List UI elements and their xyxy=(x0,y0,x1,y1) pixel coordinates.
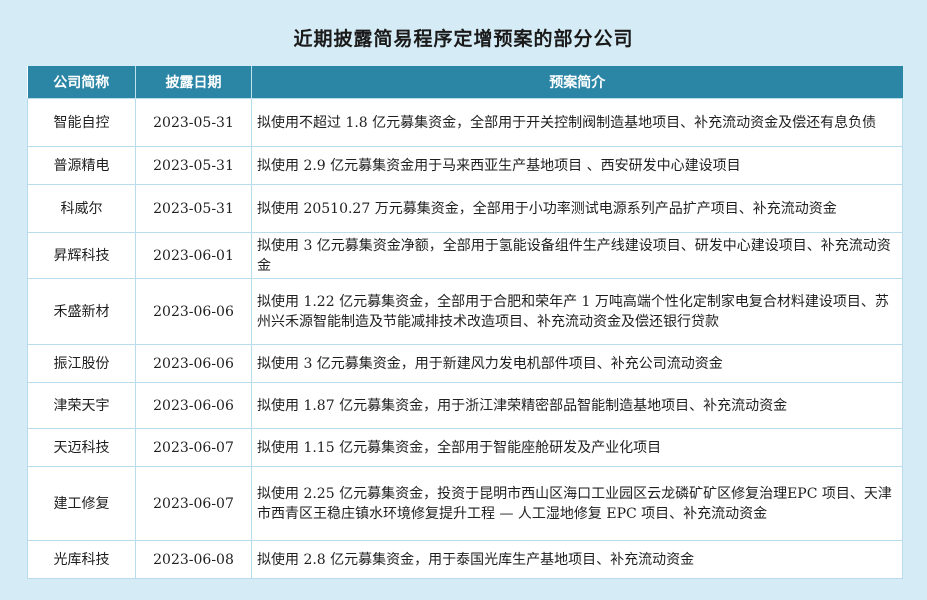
company-name: 禾盛新材 xyxy=(27,278,136,345)
company-name: 昇辉科技 xyxy=(27,232,136,279)
page-title: 近期披露简易程序定增预案的部分公司 xyxy=(293,28,634,50)
disclosure-date: 2023-06-07 xyxy=(135,466,252,541)
header-date: 披露日期 xyxy=(135,66,252,99)
table-row: 禾盛新材 2023-06-06 拟使用 1.22 亿元募集资金，全部用于合肥和荣… xyxy=(27,278,903,345)
disclosure-date: 2023-05-31 xyxy=(135,184,252,233)
table-row: 建工修复 2023-06-07 拟使用 2.25 亿元募集资金，投资于昆明市西山… xyxy=(27,466,903,541)
disclosure-date: 2023-06-06 xyxy=(135,382,252,429)
company-name: 天迈科技 xyxy=(27,428,136,467)
disclosure-date: 2023-06-07 xyxy=(135,428,252,467)
plan-summary: 拟使用 1.15 亿元募集资金，全部用于智能座舱研发及产业化项目 xyxy=(251,428,903,467)
plan-summary: 拟使用 1.22 亿元募集资金，全部用于合肥和荣年产 1 万吨高端个性化定制家电… xyxy=(251,278,903,345)
company-name: 建工修复 xyxy=(27,466,136,541)
disclosure-date: 2023-06-06 xyxy=(135,278,252,345)
disclosure-date: 2023-05-31 xyxy=(135,146,252,185)
company-name: 科威尔 xyxy=(27,184,136,233)
table-row: 科威尔 2023-05-31 拟使用 20510.27 万元募集资金，全部用于小… xyxy=(27,184,903,233)
table-row: 普源精电 2023-05-31 拟使用 2.9 亿元募集资金用于马来西亚生产基地… xyxy=(27,146,903,185)
plan-summary: 拟使用 3 亿元募集资金净额，全部用于氢能设备组件生产线建设项目、研发中心建设项… xyxy=(251,232,903,279)
disclosure-date: 2023-05-31 xyxy=(135,98,252,147)
plan-summary: 拟使用不超过 1.8 亿元募集资金，全部用于开关控制阀制造基地项目、补充流动资金… xyxy=(251,98,903,147)
company-name: 振江股份 xyxy=(27,344,136,383)
table-row: 天迈科技 2023-06-07 拟使用 1.15 亿元募集资金，全部用于智能座舱… xyxy=(27,428,903,467)
plan-summary: 拟使用 3 亿元募集资金，用于新建风力发电机部件项目、补充公司流动资金 xyxy=(251,344,903,383)
disclosure-date: 2023-06-01 xyxy=(135,232,252,279)
company-name: 津荣天宇 xyxy=(27,382,136,429)
plan-summary: 拟使用 20510.27 万元募集资金，全部用于小功率测试电源系列产品扩产项目、… xyxy=(251,184,903,233)
plan-summary: 拟使用 1.87 亿元募集资金，用于浙江津荣精密部品智能制造基地项目、补充流动资… xyxy=(251,382,903,429)
plan-summary: 拟使用 2.25 亿元募集资金，投资于昆明市西山区海口工业园区云龙磷矿矿区修复治… xyxy=(251,466,903,541)
plan-summary: 拟使用 2.9 亿元募集资金用于马来西亚生产基地项目 、西安研发中心建设项目 xyxy=(251,146,903,185)
company-name: 智能自控 xyxy=(27,98,136,147)
header-summary: 预案简介 xyxy=(251,66,903,99)
company-name: 光库科技 xyxy=(27,540,136,579)
company-name: 普源精电 xyxy=(27,146,136,185)
disclosure-date: 2023-06-06 xyxy=(135,344,252,383)
header-company: 公司简称 xyxy=(27,66,136,99)
table-row: 津荣天宇 2023-06-06 拟使用 1.87 亿元募集资金，用于浙江津荣精密… xyxy=(27,382,903,429)
table-row: 智能自控 2023-05-31 拟使用不超过 1.8 亿元募集资金，全部用于开关… xyxy=(27,98,903,147)
disclosure-date: 2023-06-08 xyxy=(135,540,252,579)
placement-table: 公司简称 披露日期 预案简介 智能自控 2023-05-31 拟使用不超过 1.… xyxy=(27,66,903,579)
table-row: 光库科技 2023-06-08 拟使用 2.8 亿元募集资金，用于泰国光库生产基… xyxy=(27,540,903,579)
table-row: 昇辉科技 2023-06-01 拟使用 3 亿元募集资金净额，全部用于氢能设备组… xyxy=(27,232,903,279)
plan-summary: 拟使用 2.8 亿元募集资金，用于泰国光库生产基地项目、补充流动资金 xyxy=(251,540,903,579)
table-header-row: 公司简称 披露日期 预案简介 xyxy=(27,66,903,99)
table-row: 振江股份 2023-06-06 拟使用 3 亿元募集资金，用于新建风力发电机部件… xyxy=(27,344,903,383)
